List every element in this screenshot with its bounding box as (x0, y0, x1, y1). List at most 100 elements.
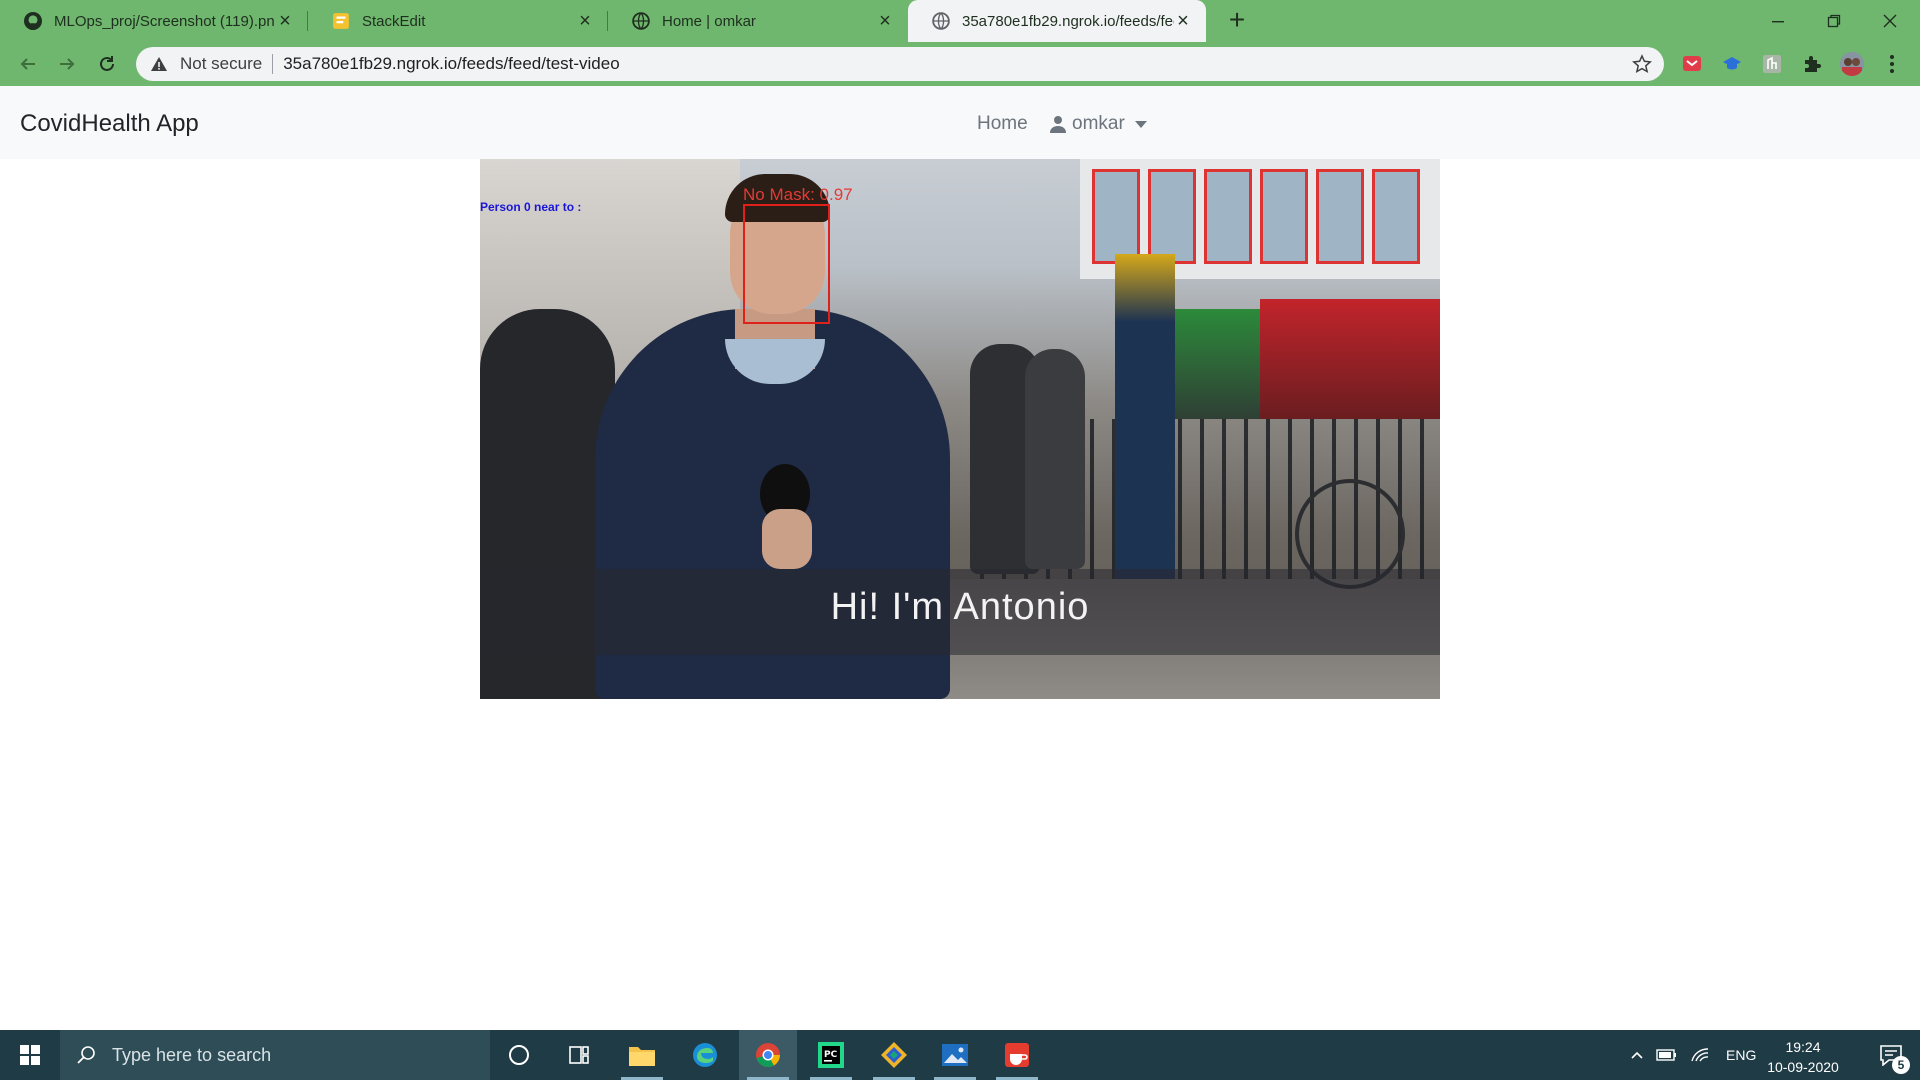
search-placeholder: Type here to search (112, 1044, 272, 1065)
bookmark-star-icon[interactable] (1632, 54, 1652, 74)
browser-toolbar: Not secure 35a780e1fb29.ngrok.io/feeds/f… (0, 42, 1920, 86)
chevron-up-icon[interactable] (1630, 1048, 1644, 1062)
battery-icon[interactable] (1656, 1048, 1678, 1062)
photos-icon (942, 1044, 968, 1066)
background-window (1204, 169, 1252, 264)
close-tab-icon[interactable]: × (576, 11, 594, 31)
github-icon (24, 12, 42, 30)
browser-menu-button[interactable] (1880, 52, 1904, 76)
address-bar[interactable]: Not secure 35a780e1fb29.ngrok.io/feeds/f… (136, 47, 1664, 81)
font-extension-icon (1763, 55, 1781, 73)
minimize-icon (1772, 21, 1784, 23)
tab-stackedit[interactable]: StackEdit × (308, 0, 608, 42)
globe-icon (932, 12, 950, 30)
divider (272, 54, 274, 74)
url-text[interactable]: 35a780e1fb29.ngrok.io/feeds/feed/test-vi… (283, 54, 619, 74)
system-tray: ENG (1630, 1030, 1756, 1080)
start-button[interactable] (0, 1030, 60, 1080)
close-window-button[interactable] (1862, 0, 1918, 42)
pocket-icon (1683, 56, 1701, 71)
folder-icon (629, 1047, 655, 1066)
extension-button[interactable] (1720, 52, 1744, 76)
new-tab-button[interactable]: + (1222, 6, 1252, 36)
photos-button[interactable] (926, 1030, 984, 1080)
background-signpost (1115, 254, 1175, 594)
back-button[interactable] (14, 50, 42, 78)
close-icon (1883, 14, 1897, 28)
reload-icon (100, 56, 114, 71)
arrow-right-icon (60, 58, 75, 70)
security-label[interactable]: Not secure (180, 54, 262, 74)
extensions-menu-button[interactable] (1800, 52, 1824, 76)
profile-avatar[interactable] (1840, 52, 1864, 76)
user-dropdown[interactable]: omkar (1050, 113, 1147, 135)
tab-github[interactable]: MLOps_proj/Screenshot (119).pn × (0, 0, 308, 42)
language-indicator[interactable]: ENG (1726, 1047, 1756, 1063)
chrome-icon (756, 1043, 781, 1068)
search-icon (77, 1046, 95, 1064)
file-explorer-button[interactable] (613, 1030, 671, 1080)
reload-button[interactable] (93, 50, 121, 78)
user-name: omkar (1072, 113, 1125, 134)
task-view-button[interactable] (550, 1030, 608, 1080)
stackedit-icon (333, 13, 349, 29)
task-view-icon (569, 1046, 589, 1064)
taskbar-search-box[interactable]: Type here to search (60, 1030, 490, 1080)
kebab-menu-icon (1890, 55, 1894, 73)
forward-button[interactable] (53, 50, 81, 78)
background-shopfront (1170, 309, 1260, 419)
git-client-button[interactable] (865, 1030, 923, 1080)
extension-button[interactable] (1760, 52, 1784, 76)
pycharm-icon: PC (818, 1042, 844, 1068)
nav-home-link[interactable]: Home (977, 113, 1028, 135)
cortana-circle-icon (509, 1045, 529, 1065)
background-window (1092, 169, 1140, 264)
warning-icon[interactable] (150, 55, 168, 73)
edge-icon (693, 1043, 717, 1067)
background-window (1316, 169, 1364, 264)
caret-down-icon (1134, 120, 1147, 128)
svg-text:PC: PC (824, 1050, 838, 1060)
edge-button[interactable] (676, 1030, 734, 1080)
system-clock[interactable]: 19:24 10-09-2020 (1758, 1037, 1848, 1077)
graduation-cap-icon (1723, 57, 1741, 70)
cortana-button[interactable] (490, 1030, 548, 1080)
pocket-extension-button[interactable] (1680, 52, 1704, 76)
pycharm-button[interactable]: PC (802, 1030, 860, 1080)
background-shopfront (1260, 299, 1440, 419)
tab-title: Home | omkar (662, 12, 756, 30)
clock-date: 10-09-2020 (1767, 1059, 1839, 1075)
background-person (1025, 349, 1085, 569)
app-brand[interactable]: CovidHealth App (20, 110, 199, 138)
video-subtitle: Hi! I'm Antonio (830, 586, 1090, 628)
tab-title: 35a780e1fb29.ngrok.io/feeds/fee (962, 12, 1174, 30)
face-bounding-box (743, 204, 830, 324)
globe-icon (632, 12, 650, 30)
tab-feed-active[interactable]: 35a780e1fb29.ngrok.io/feeds/fee × (908, 0, 1206, 42)
close-tab-icon[interactable]: × (1174, 11, 1192, 31)
tab-title: MLOps_proj/Screenshot (119).pn (54, 12, 275, 30)
video-feed: Hi! I'm Antonio No Mask: 0.97 Person 0 n… (480, 159, 1440, 699)
close-tab-icon[interactable]: × (276, 11, 294, 31)
windows-logo-icon (20, 1045, 40, 1065)
background-window (1260, 169, 1308, 264)
chrome-button[interactable] (739, 1030, 797, 1080)
puzzle-icon (1805, 56, 1821, 72)
tab-home-omkar[interactable]: Home | omkar × (608, 0, 908, 42)
tab-title: StackEdit (362, 12, 426, 30)
user-icon (1050, 116, 1066, 133)
notification-count-badge: 5 (1892, 1056, 1910, 1074)
detection-label: No Mask: 0.97 (743, 185, 853, 204)
action-center-button[interactable]: 5 (1862, 1030, 1920, 1080)
arrow-left-icon (20, 58, 35, 70)
minimize-button[interactable] (1750, 0, 1806, 42)
java-app-button[interactable] (988, 1030, 1046, 1080)
git-diamond-icon (881, 1042, 907, 1068)
clock-time: 19:24 (1785, 1039, 1821, 1055)
java-cup-icon (1005, 1043, 1029, 1067)
wifi-icon[interactable] (1690, 1047, 1710, 1063)
proximity-label: Person 0 near to : (480, 200, 582, 214)
close-tab-icon[interactable]: × (876, 11, 894, 31)
restore-icon (1827, 14, 1841, 28)
restore-button[interactable] (1806, 0, 1862, 42)
